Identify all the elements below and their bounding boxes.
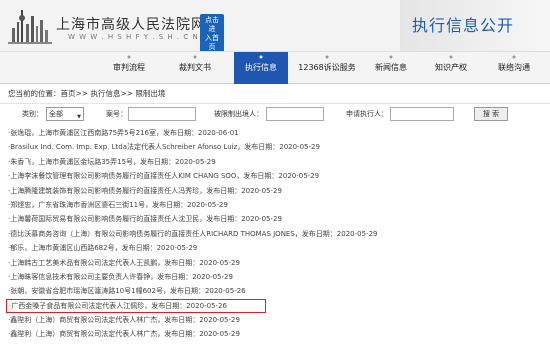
- nav-item-judgments[interactable]: 裁判文书: [168, 52, 222, 84]
- case-number-label: 案号：: [106, 110, 127, 118]
- nav-item-news[interactable]: 新闻信息: [366, 52, 416, 84]
- list-item[interactable]: ·德比沃慕商务咨询（上海）有限公司影响债务履行的直接责任人RICHARD THO…: [8, 227, 550, 241]
- type-label: 类别：: [22, 110, 43, 118]
- nav-dot-icon: [389, 55, 393, 59]
- nav-dot-icon: [193, 55, 197, 59]
- site-url: W W W . H S H F Y . S H . C N: [68, 33, 199, 41]
- nav-label: 联络沟通: [498, 63, 530, 72]
- banner-title: 执行信息公开: [412, 16, 515, 35]
- home-entry-button[interactable]: 点击进 入首页: [200, 14, 224, 51]
- case-number-input[interactable]: [128, 107, 196, 121]
- nav-item-ip[interactable]: 知识产权: [426, 52, 476, 84]
- nav-item-execution-info[interactable]: 执行信息: [234, 52, 288, 84]
- list-item[interactable]: ·郑铿忠，广东省珠海市香洲区婆石三街11号，发布日期：2020-05-29: [8, 198, 550, 212]
- home-entry-label-2: 入首页: [205, 34, 219, 51]
- execution-info-banner: 执行信息公开: [400, 0, 550, 51]
- list-item[interactable]: ·上海昧客信息技术有限公司主要负责人许春铮，发布日期：2020-05-29: [8, 270, 550, 284]
- highlighted-list-item[interactable]: ·广西金嗓子食品有限公司法定代表人江佩珍，发布日期：2020-05-26: [6, 298, 266, 314]
- restriction-list: ·张逸琨，上海市黄浦区江西南路75弄5号216室，发布日期：2020-06-01…: [0, 126, 550, 342]
- nav-label: 裁判文书: [179, 63, 211, 72]
- main-nav: 审判流程 裁判文书 执行信息 12368诉讼服务 新闻信息 知识产权 联络沟通: [0, 52, 550, 84]
- list-item[interactable]: ·鑫陛利（上海）商贸有限公司法定代表人林广杰，发布日期：2020-05-29: [8, 327, 550, 341]
- search-bar: 类别： 全部 ▼ 案号： 被限制出境人： 申请执行人： 搜 索: [0, 107, 550, 123]
- list-item[interactable]: ·张朝，安徽省合肥市瑶海区瀍涛路10号1幢602号，发布日期：2020-05-2…: [8, 284, 550, 298]
- list-item[interactable]: ·上海李沫餐饮管理有限公司影响债务履行的直接责任人KIM CHANG SOO，发…: [8, 169, 550, 183]
- nav-dot-icon: [259, 55, 263, 59]
- list-item[interactable]: ·上海韩古工艺美术品有限公司法定代表人王凯鹏，发布日期：2020-05-29: [8, 256, 550, 270]
- list-item[interactable]: ·朱香飞，上海市黄浦区金坛路35弄15号，发布日期：2020-05-29: [8, 155, 550, 169]
- nav-label: 12368诉讼服务: [298, 63, 356, 72]
- nav-label: 执行信息: [245, 63, 277, 72]
- restricted-person-label: 被限制出境人：: [214, 110, 263, 118]
- applicant-input[interactable]: [390, 107, 454, 121]
- list-item[interactable]: ·上海腾隆建筑装饰有限公司影响债务履行的直接责任人冯秀珍，发布日期：2020-0…: [8, 184, 550, 198]
- list-item[interactable]: ·Brasilux Ind. Com. Imp. Exp. Ltda法定代表人S…: [8, 140, 550, 154]
- site-header: 上海市高级人民法院网 W W W . H S H F Y . S H . C N…: [0, 0, 550, 52]
- home-entry-label-1: 点击进: [205, 16, 219, 33]
- nav-dot-icon: [325, 55, 329, 59]
- nav-label: 新闻信息: [375, 63, 407, 72]
- nav-item-12368-service[interactable]: 12368诉讼服务: [296, 52, 358, 84]
- city-skyline-logo-icon: [8, 10, 52, 44]
- list-item[interactable]: ·郁乐，上海市黄浦区山西路682号，发布日期：2020-05-29: [8, 241, 550, 255]
- nav-label: 知识产权: [435, 63, 467, 72]
- breadcrumb: 您当前的位置：首页>> 执行信息>> 限制出境: [0, 84, 550, 104]
- nav-dot-icon: [127, 55, 131, 59]
- nav-label: 审判流程: [113, 63, 145, 72]
- nav-dot-icon: [449, 55, 453, 59]
- type-select[interactable]: 全部 ▼: [46, 107, 84, 121]
- search-button[interactable]: 搜 索: [474, 107, 508, 121]
- list-item[interactable]: ·上海馨荷国际贸易有限公司影响债务履行的直接责任人沈卫民，发布日期：2020-0…: [8, 212, 550, 226]
- site-title: 上海市高级人民法院网: [56, 17, 206, 33]
- nav-item-contact[interactable]: 联络沟通: [488, 52, 540, 84]
- nav-dot-icon: [512, 55, 516, 59]
- nav-item-trial-process[interactable]: 审判流程: [104, 52, 154, 84]
- restricted-person-input[interactable]: [266, 107, 324, 121]
- type-select-value: 全部: [49, 110, 63, 118]
- list-item[interactable]: ·张逸琨，上海市黄浦区江西南路75弄5号216室，发布日期：2020-06-01: [8, 126, 550, 140]
- list-item[interactable]: ·鑫陛利（上海）商贸有限公司法定代表人林广杰，发布日期：2020-05-29: [8, 313, 550, 327]
- dropdown-arrow-icon: ▼: [77, 114, 81, 120]
- applicant-label: 申请执行人：: [346, 110, 388, 118]
